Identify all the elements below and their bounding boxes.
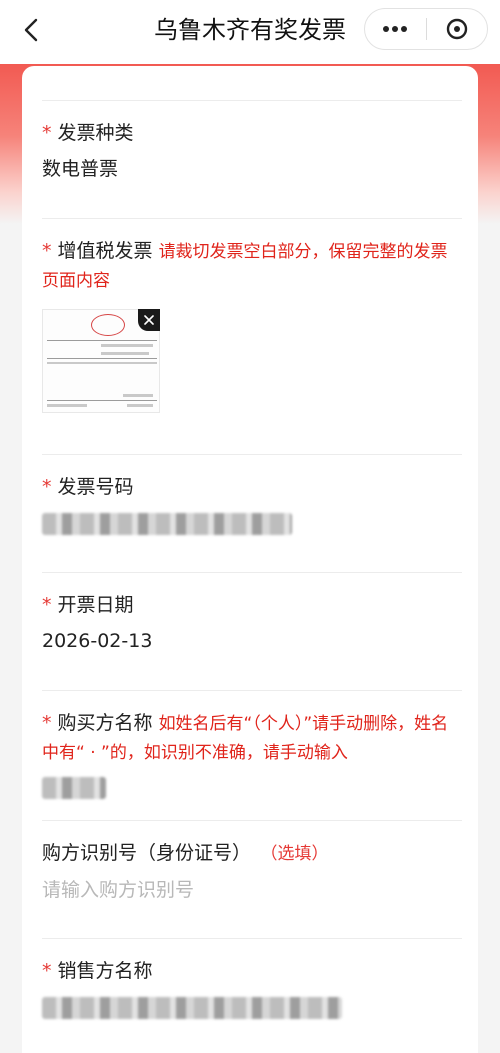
field-buyer-id[interactable]: 购方识别号（身份证号） （选填） 请输入购方识别号 (42, 820, 462, 938)
seller-name-value-redacted (42, 997, 342, 1019)
required-marker: * (42, 712, 52, 734)
buyer-id-input[interactable]: 请输入购方识别号 (42, 876, 462, 904)
buyer-name-label: * 购买方名称 如姓名后有“（个人）”请手动删除，姓名中有“ · ”的，如识别不准… (42, 712, 449, 763)
vat-invoice-label: * 增值税发票 请裁切发票空白部分，保留完整的发票页面内容 (42, 240, 448, 291)
seller-name-label: * 销售方名称 (42, 960, 153, 982)
more-dots-icon (383, 26, 408, 32)
invoice-stamp (91, 314, 125, 336)
required-marker: * (42, 594, 52, 616)
required-marker: * (42, 476, 52, 498)
required-marker: * (42, 122, 52, 144)
field-vat-invoice: * 增值税发票 请裁切发票空白部分，保留完整的发票页面内容 (42, 218, 462, 454)
close-miniprogram-button[interactable] (427, 9, 488, 49)
invoice-thumbnail[interactable] (42, 309, 160, 413)
required-marker: * (42, 240, 52, 262)
remove-thumbnail-button[interactable] (138, 309, 160, 331)
page-title: 乌鲁木齐有奖发票 (154, 16, 346, 44)
invoice-type-label: * 发票种类 (42, 122, 134, 144)
invoice-number-label: * 发票号码 (42, 476, 134, 498)
field-invoice-type[interactable]: * 发票种类 数电普票 (42, 100, 462, 218)
chevron-left-icon (24, 18, 38, 42)
field-seller-name[interactable]: * 销售方名称 (42, 938, 462, 1053)
optional-tag: （选填） (269, 844, 329, 864)
navigation-bar: 乌鲁木齐有奖发票 (0, 0, 500, 64)
issue-date-value: 2026-02-13 (42, 630, 153, 652)
more-button[interactable] (365, 9, 426, 49)
invoice-form-card: * 发票种类 数电普票 * 增值税发票 请裁切发票空白部分，保留完整的发票页面内容 (22, 66, 478, 1053)
invoice-number-value-redacted (42, 513, 292, 535)
issue-date-label: * 开票日期 (42, 594, 134, 616)
field-invoice-number[interactable]: * 发票号码 (42, 454, 462, 572)
thumbnail-close-icon (144, 315, 154, 325)
field-issue-date[interactable]: * 开票日期 2026-02-13 (42, 572, 462, 690)
field-buyer-name[interactable]: * 购买方名称 如姓名后有“（个人）”请手动删除，姓名中有“ · ”的，如识别不准… (42, 690, 462, 820)
buyer-name-value-redacted (42, 777, 106, 799)
back-button[interactable] (14, 12, 50, 48)
buyer-id-label: 购方识别号（身份证号） （选填） (42, 842, 329, 864)
mini-program-capsule (364, 8, 488, 50)
close-circle-icon (446, 18, 467, 40)
required-marker: * (42, 960, 52, 982)
invoice-type-value: 数电普票 (42, 158, 119, 180)
